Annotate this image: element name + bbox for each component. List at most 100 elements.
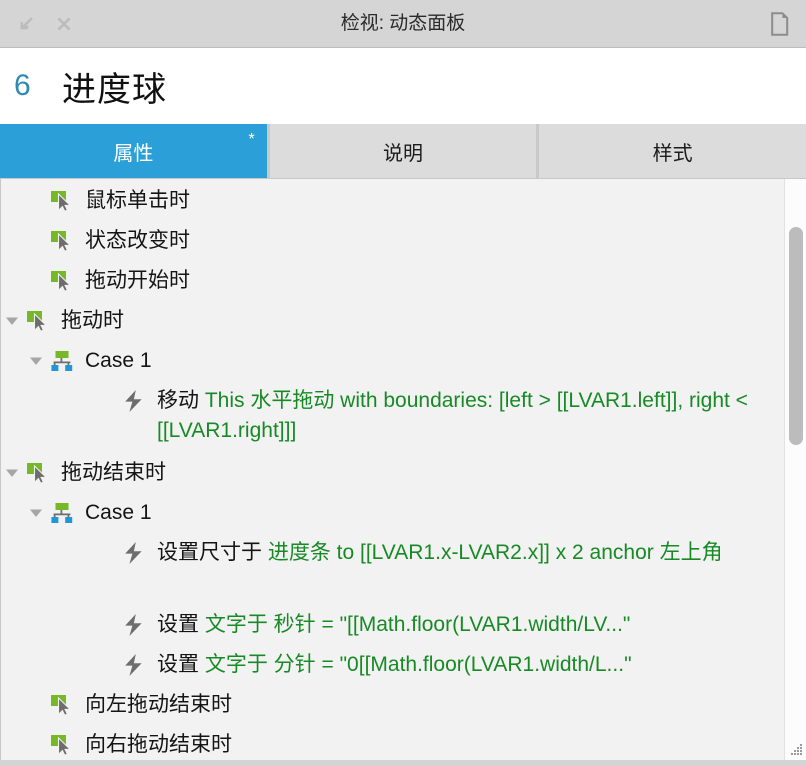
tree-row-evt-drag-end[interactable]: 拖动结束时 — [1, 453, 784, 493]
tab-notes-label: 说明 — [383, 142, 423, 165]
tree-twisty-placeholder — [25, 685, 47, 725]
tab-notes[interactable]: 说明 — [269, 124, 537, 178]
action-verb: 设置 — [157, 613, 199, 636]
scrollbar-thumb[interactable] — [789, 227, 803, 445]
chevron-down-icon — [30, 357, 42, 365]
tab-bar: 属性 * 说明 样式 — [0, 124, 806, 178]
interactions-tree: 鼠标单击时 状态改变时 拖动开始时 拖动时 Case 1 移动 This 水平拖动 wit… — [1, 179, 784, 760]
tree-row-icon — [23, 453, 53, 493]
tree-row-text: 向左拖动结束时 — [77, 685, 784, 720]
tree-row-text: 设置 文字于 秒针 = "[[Math.floor(LVAR1.width/LV… — [149, 605, 784, 640]
tree-row-label: 状态改变时 — [85, 229, 190, 252]
action-verb: 设置 — [157, 653, 199, 676]
titlebar-right-controls — [768, 0, 792, 47]
tree-row-text: 设置尺寸于 进度条 to [[LVAR1.x-LVAR2.x]] x 2 anc… — [149, 533, 784, 568]
tree-row-case-1-drag[interactable]: Case 1 — [1, 341, 784, 381]
tree-row-icon — [119, 605, 149, 645]
tree-row-text: 状态改变时 — [77, 221, 784, 256]
tree-twisty-placeholder — [97, 645, 119, 685]
tree-row-text: 拖动时 — [53, 301, 784, 336]
tree-row-evt-drag-start[interactable]: 拖动开始时 — [1, 261, 784, 301]
tree-row-icon — [47, 493, 77, 533]
tree-twisty-expanded[interactable] — [25, 493, 47, 533]
action-verb: 设置尺寸于 — [157, 541, 262, 564]
tree-row-text: Case 1 — [77, 341, 784, 376]
lightning-bolt-icon — [125, 614, 142, 636]
lightning-bolt-icon — [125, 390, 142, 412]
tree-twisty-placeholder — [25, 221, 47, 261]
tree-twisty-expanded[interactable] — [1, 453, 23, 493]
tree-row-evt-state-change[interactable]: 状态改变时 — [1, 221, 784, 261]
tab-properties-label: 属性 — [113, 142, 154, 165]
tree-row-text: 向右拖动结束时 — [77, 725, 784, 760]
tab-properties[interactable]: 属性 * — [0, 124, 267, 178]
tree-row-evt-drag[interactable]: 拖动时 — [1, 301, 784, 341]
tree-twisty-placeholder — [25, 181, 47, 221]
tree-row-label: 向右拖动结束时 — [85, 733, 232, 756]
tree-row-text: Case 1 — [77, 493, 784, 528]
tree-row-action-move[interactable]: 移动 This 水平拖动 with boundaries: [left > [[… — [1, 381, 784, 453]
case-node-icon — [51, 351, 73, 371]
event-cursor-icon — [51, 695, 72, 717]
vertical-scrollbar[interactable] — [784, 179, 806, 760]
tree-row-icon — [119, 645, 149, 685]
tree-row-icon — [47, 341, 77, 381]
inspector-window: 检视: 动态面板 6 进度球 属性 * 说明 样式 鼠标单击时 状态改变时 拖动开始 — [0, 0, 806, 766]
tree-row-label: Case 1 — [85, 349, 152, 372]
tree-row-evt-drag-end-right[interactable]: 向右拖动结束时 — [1, 725, 784, 760]
tree-row-evt-drag-end-left[interactable]: 向左拖动结束时 — [1, 685, 784, 725]
tree-row-icon — [23, 301, 53, 341]
tree-twisty-placeholder — [97, 381, 119, 421]
lightning-bolt-icon — [125, 542, 142, 564]
tree-row-action-set-text-second[interactable]: 设置 文字于 秒针 = "[[Math.floor(LVAR1.width/LV… — [1, 605, 784, 645]
document-icon — [771, 11, 789, 36]
document-button[interactable] — [768, 11, 792, 36]
tree-row-text: 鼠标单击时 — [77, 181, 784, 216]
tree-twisty-placeholder — [25, 725, 47, 760]
tree-row-action-set-size[interactable]: 设置尺寸于 进度条 to [[LVAR1.x-LVAR2.x]] x 2 anc… — [1, 533, 784, 605]
tab-style-label: 样式 — [652, 142, 693, 165]
tree-twisty-placeholder — [25, 261, 47, 301]
tree-row-action-set-text-minute[interactable]: 设置 文字于 分针 = "0[[Math.floor(LVAR1.width/L… — [1, 645, 784, 685]
tree-row-label: 拖动开始时 — [85, 269, 190, 292]
action-detail: 文字于 秒针 = "[[Math.floor(LVAR1.width/LV...… — [199, 613, 631, 636]
event-cursor-icon — [51, 191, 72, 213]
event-cursor-icon — [51, 231, 72, 253]
interactions-pane: 鼠标单击时 状态改变时 拖动开始时 拖动时 Case 1 移动 This 水平拖动 wit… — [0, 178, 806, 760]
resize-grip-icon[interactable] — [788, 742, 804, 758]
tree-twisty-placeholder — [97, 533, 119, 573]
event-cursor-icon — [27, 311, 48, 333]
tab-properties-modified-marker: * — [248, 131, 255, 148]
action-detail: This 水平拖动 with boundaries: [left > [[LVA… — [157, 389, 748, 442]
tree-twisty-placeholder — [97, 605, 119, 645]
tree-row-label: 鼠标单击时 — [85, 189, 190, 212]
tree-twisty-expanded[interactable] — [25, 341, 47, 381]
lightning-bolt-icon — [125, 654, 142, 676]
window-titlebar: 检视: 动态面板 — [0, 0, 806, 48]
tree-row-text: 移动 This 水平拖动 with boundaries: [left > [[… — [149, 381, 784, 446]
tree-row-label: 拖动时 — [61, 309, 124, 332]
tree-row-text: 拖动开始时 — [77, 261, 784, 296]
chevron-down-icon — [30, 509, 42, 517]
event-cursor-icon — [51, 271, 72, 293]
chevron-down-icon — [6, 469, 18, 477]
tree-row-icon — [47, 221, 77, 261]
tree-row-icon — [119, 533, 149, 573]
tree-row-label: 向左拖动结束时 — [85, 693, 232, 716]
action-detail: 进度条 to [[LVAR1.x-LVAR2.x]] x 2 anchor 左上… — [262, 541, 723, 564]
tree-row-text: 拖动结束时 — [53, 453, 784, 488]
tree-twisty-expanded[interactable] — [1, 301, 23, 341]
object-header: 6 进度球 — [0, 48, 806, 124]
tree-row-icon — [119, 381, 149, 421]
tree-row-label: Case 1 — [85, 501, 152, 524]
event-cursor-icon — [27, 463, 48, 485]
case-node-icon — [51, 503, 73, 523]
object-index: 6 — [14, 69, 31, 102]
tab-style[interactable]: 样式 — [539, 124, 806, 178]
tree-row-case-1-drag-end[interactable]: Case 1 — [1, 493, 784, 533]
tree-row-text: 设置 文字于 分针 = "0[[Math.floor(LVAR1.width/L… — [149, 645, 784, 680]
tree-row-evt-mouse-click[interactable]: 鼠标单击时 — [1, 181, 784, 221]
action-verb: 移动 — [157, 389, 199, 412]
tree-row-icon — [47, 261, 77, 301]
tree-row-icon — [47, 685, 77, 725]
